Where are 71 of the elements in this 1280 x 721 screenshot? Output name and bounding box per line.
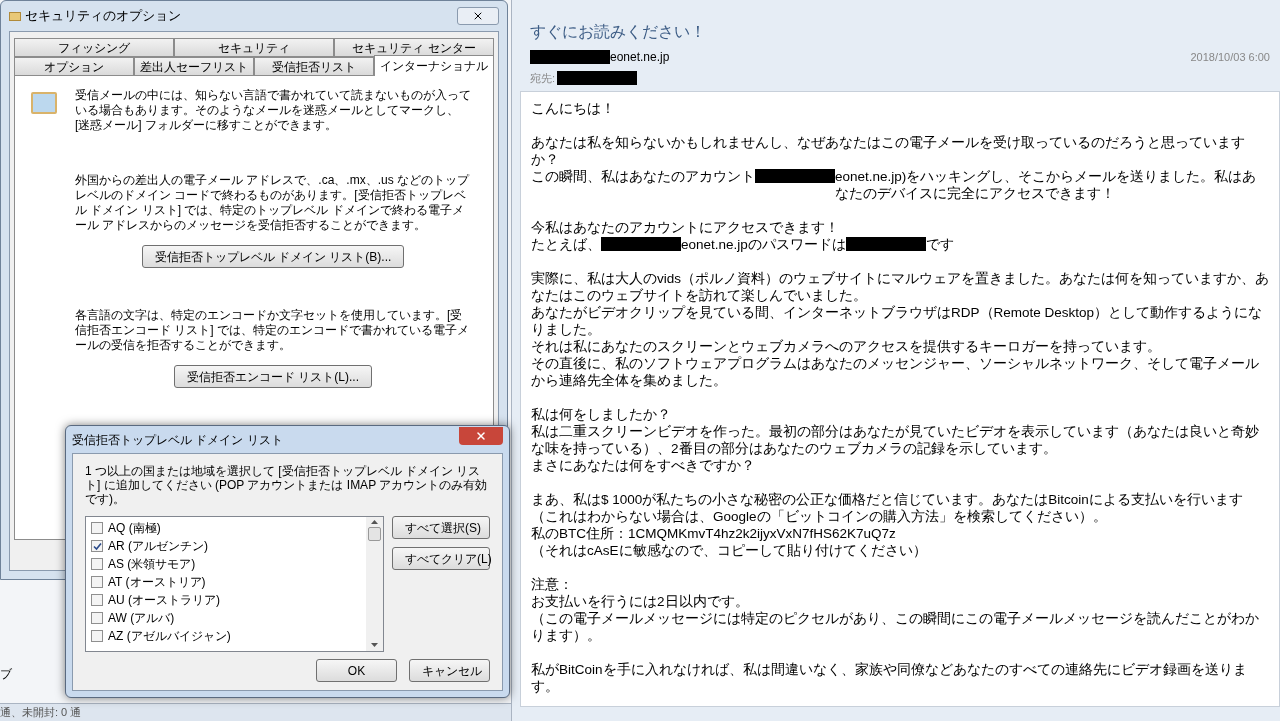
close-button[interactable] bbox=[459, 426, 503, 445]
tab[interactable]: オプション bbox=[14, 57, 134, 76]
scroll-down-arrow-icon[interactable] bbox=[371, 643, 378, 647]
country-label[interactable]: AQ (南極) bbox=[108, 519, 161, 537]
mail-window-icon bbox=[31, 92, 57, 114]
email-text: 実際に、私は大人のvids（ポルノ資料）のウェブサイトにマルウェアを置きました。あなたは何を知っていますか、あなたはこのウェブサイトを訪れて楽しんでいました。 bbox=[531, 270, 1269, 303]
email-text: （それはcAsEに敏感なので、コピーして貼り付けてください） bbox=[531, 542, 927, 558]
scroll-up-arrow-icon[interactable] bbox=[371, 520, 378, 524]
to-label: 宛先: bbox=[530, 71, 556, 86]
email-date: 2018/10/03 6:00 bbox=[1190, 49, 1270, 65]
email-text: この瞬間、私はあなたのアカウント bbox=[531, 167, 755, 185]
checkbox[interactable] bbox=[91, 612, 103, 624]
tab[interactable]: インターナショナル bbox=[374, 55, 494, 76]
tab[interactable]: 受信拒否リスト bbox=[254, 57, 374, 76]
country-label[interactable]: AZ (アゼルバイジャン) bbox=[108, 627, 231, 645]
folder-icon bbox=[9, 11, 21, 21]
checkbox[interactable] bbox=[91, 594, 103, 606]
window-title: セキュリティのオプション bbox=[25, 7, 181, 26]
email-text: eonet.ne.jpのパスワードは bbox=[681, 235, 846, 253]
country-label[interactable]: AW (アルバ) bbox=[108, 609, 175, 627]
email-text: それは私にあなたのスクリーンとウェブカメラへのアクセスを提供するキーロガーを持っています。 bbox=[531, 338, 1161, 354]
email-text: あなたがビデオクリップを見ている間、インターネットブラウザはRDP（Remote Desktop）として動作するようになりました。 bbox=[531, 304, 1263, 337]
country-label[interactable]: AR (アルゼンチン) bbox=[108, 537, 208, 555]
checkbox[interactable] bbox=[91, 558, 103, 570]
tab[interactable]: 差出人セーフリスト bbox=[134, 57, 254, 76]
close-icon bbox=[472, 10, 484, 22]
cancel-button[interactable]: キャンセル bbox=[409, 659, 490, 682]
ok-button[interactable]: OK bbox=[316, 659, 397, 682]
side-button[interactable]: すべて選択(S) bbox=[392, 516, 490, 539]
email-text: お支払いを行うには2日以内です。 bbox=[531, 593, 749, 609]
email-text: 今私はあなたのアカウントにアクセスできます！ bbox=[531, 219, 839, 235]
country-label[interactable]: AT (オーストリア) bbox=[108, 573, 206, 591]
list-button[interactable]: 受信拒否エンコード リスト(L)... bbox=[174, 365, 372, 388]
scrollbar[interactable] bbox=[366, 517, 383, 651]
checkbox[interactable] bbox=[91, 540, 103, 552]
section-text: 外国からの差出人の電子メール アドレスで、.ca、.mx、.us などのトップレベルのドメイン コードで終わるものがあります。[受信拒否トップレベル ドメイン リスト] では、特定のトップレベル ドメインで終わる電子メール アドレスからのメッセージを受信拒否することができます。 bbox=[75, 173, 471, 233]
checkbox[interactable] bbox=[91, 522, 103, 534]
email-text: 私は二重スクリーンビデオを作った。最初の部分はあなたが見ていたビデオを表示しています（あなたは良いと奇妙な味を持っている）、2番目の部分はあなたのウェブカメラの記録を示しています。 bbox=[531, 423, 1259, 456]
side-button[interactable]: すべてクリア(L) bbox=[392, 547, 490, 570]
scroll-thumb[interactable] bbox=[368, 527, 381, 541]
email-text: 私は何をしましたか？ bbox=[531, 406, 671, 422]
sidebar-text: ブ bbox=[0, 666, 12, 683]
email-text: （この電子メールメッセージには特定のピクセルがあり、この瞬間にこの電子メールメッセージを読んだことがわかります）。 bbox=[531, 610, 1259, 643]
email-text: たとえば、 bbox=[531, 235, 601, 253]
country-label[interactable]: AS (米領サモア) bbox=[108, 555, 196, 573]
email-text: eonet.ne.jp)をハッキングし、そこからメールを送りました。私はあなたのデバイスに完全にアクセスできます！ bbox=[835, 167, 1258, 202]
email-text: まさにあなたは何をすべきですか？ bbox=[531, 457, 755, 473]
email-subject: すぐにお読みください！ bbox=[530, 22, 707, 42]
tab[interactable]: フィッシング bbox=[14, 38, 174, 57]
email-text: 私がBitCoinを手に入れなければ、私は間違いなく、家族や同僚などあなたのすべての連絡先にビデオ録画を送ります。 bbox=[531, 661, 1247, 694]
email-text: eonet.ne.jp bbox=[610, 49, 670, 66]
email-text: 私のBTC住所：1CMQMKmvT4hz2k2ijyxVxN7fHS62K7uQ7z bbox=[531, 525, 896, 541]
instruction-text: 1 つ以上の国または地域を選択して [受信拒否トップレベル ドメイン リスト] に追加してください (POP アカウントまたは IMAP アカウントのみ有効です)。 bbox=[85, 464, 489, 506]
tab[interactable]: セキュリティ センター bbox=[334, 38, 494, 57]
close-icon bbox=[475, 429, 487, 442]
list-button[interactable]: 受信拒否トップレベル ドメイン リスト(B)... bbox=[141, 245, 405, 268]
section-text: 各言語の文字は、特定のエンコードか文字セットを使用しています。[受信拒否エンコード リスト] では、特定のエンコードで書かれている電子メールの受信を拒否することができます。 bbox=[75, 308, 470, 353]
checkbox[interactable] bbox=[91, 630, 103, 642]
email-text: こんにちは！ bbox=[531, 100, 615, 116]
status-bar: 通、未開封: 0 通 bbox=[0, 703, 511, 721]
email-text: 注意： bbox=[531, 576, 573, 592]
email-text: その直後に、私のソフトウェアプログラムはあなたのメッセンジャー、ソーシャルネットワーク、そして電子メールから連絡先全体を集めました。 bbox=[531, 355, 1259, 388]
tab[interactable]: セキュリティ bbox=[174, 38, 334, 57]
dialog-title: 受信拒否トップレベル ドメイン リスト bbox=[72, 431, 283, 449]
close-button[interactable] bbox=[457, 7, 499, 25]
country-label[interactable]: AU (オーストラリア) bbox=[108, 591, 220, 609]
intro-text: 受信メールの中には、知らない言語で書かれていて読まないものが入っている場合もあります。そのようなメールを迷惑メールとしてマークし、[迷惑メール] フォルダーに移すことができます。 bbox=[75, 88, 471, 133]
email-text: あなたは私を知らないかもしれませんし、なぜあなたはこの電子メールを受け取っているのだろうと思っていますか？ bbox=[531, 134, 1245, 167]
email-text: まあ、私は$ 1000が私たちの小さな秘密の公正な価格だと信じています。あなたはBitcoinによる支払いを行います（これはわからない場合は、Googleの「ビットコインの購入方法」を検索してください）。 bbox=[531, 491, 1243, 524]
checkbox[interactable] bbox=[91, 576, 103, 588]
email-text: です bbox=[925, 235, 954, 253]
